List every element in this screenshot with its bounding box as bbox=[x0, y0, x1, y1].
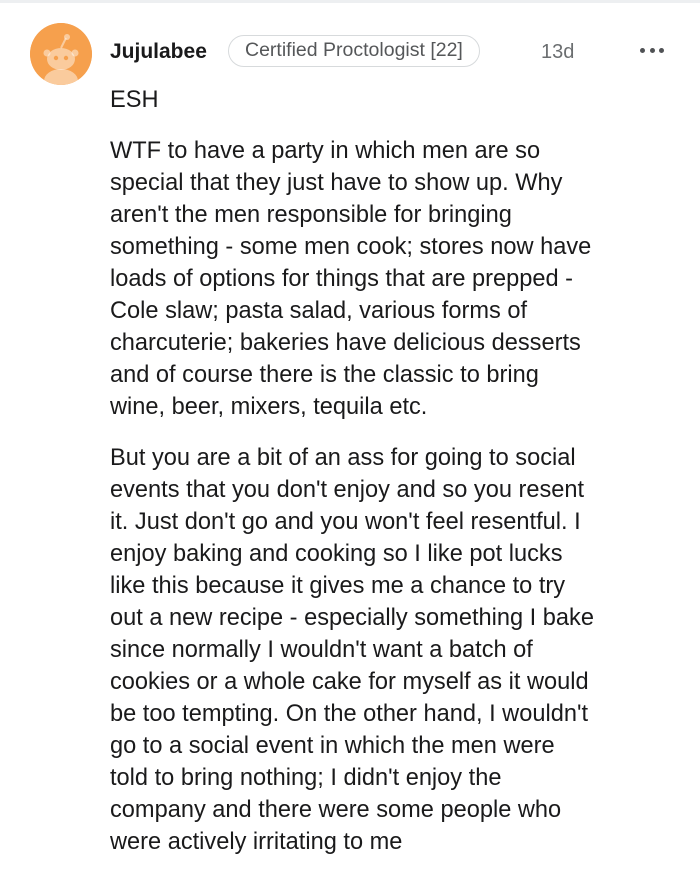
text-line: and of course there is the classic to br… bbox=[110, 362, 539, 388]
text-line: told to bring nothing; I didn't enjoy th… bbox=[110, 765, 502, 791]
text-line: something - some men cook; stores now ha… bbox=[110, 234, 592, 260]
text-line: go to a social event in which the men we… bbox=[110, 733, 555, 759]
comment-age: 13d bbox=[541, 41, 575, 63]
text-line: out a new recipe - especially something … bbox=[110, 605, 594, 631]
text-line: aren't the men responsible for bringing bbox=[110, 202, 512, 228]
text-line: special that they just have to show up. … bbox=[110, 170, 563, 196]
text-line: ESH bbox=[110, 87, 159, 113]
text-line: loads of options for things that are pre… bbox=[110, 266, 573, 292]
text-line: Cole slaw; pasta salad, various forms of bbox=[110, 298, 528, 324]
text-line: it. Just don't go and you won't feel res… bbox=[110, 509, 581, 535]
text-line: events that you don't enjoy and so you r… bbox=[110, 477, 585, 503]
text-line: since normally I wouldn't want a batch o… bbox=[110, 637, 533, 663]
text-line: WTF to have a party in which men are so bbox=[110, 138, 541, 164]
user-avatar[interactable] bbox=[30, 23, 92, 85]
text-line: cookies or a whole cake for myself as it… bbox=[110, 669, 589, 695]
comment: Jujulabee Certified Proctologist [22] 13… bbox=[0, 0, 700, 878]
text-line: be too tempting. On the other hand, I wo… bbox=[110, 701, 589, 727]
text-line: charcuterie; bakeries have delicious des… bbox=[110, 330, 581, 356]
text-line: But you are a bit of an ass for going to… bbox=[110, 445, 576, 471]
comment-paragraph: But you are a bit of an ass for going to… bbox=[110, 442, 685, 858]
user-flair: Certified Proctologist [22] bbox=[228, 35, 480, 67]
comment-paragraph: WTF to have a party in which men are so … bbox=[110, 135, 685, 423]
snoo-avatar-icon bbox=[30, 23, 92, 85]
username[interactable]: Jujulabee bbox=[110, 38, 207, 66]
more-horizontal-icon[interactable] bbox=[636, 38, 668, 62]
comment-paragraph: ESH bbox=[110, 84, 685, 116]
comment-body: ESH WTF to have a party in which men are… bbox=[110, 84, 685, 858]
text-line: like this because it gives me a chance t… bbox=[110, 573, 566, 599]
text-line: were actively irritating to me bbox=[110, 829, 403, 855]
text-line: enjoy baking and cooking so I like pot l… bbox=[110, 541, 563, 567]
text-line: wine, beer, mixers, tequila etc. bbox=[110, 394, 428, 420]
text-line: company and there were some people who bbox=[110, 797, 562, 823]
